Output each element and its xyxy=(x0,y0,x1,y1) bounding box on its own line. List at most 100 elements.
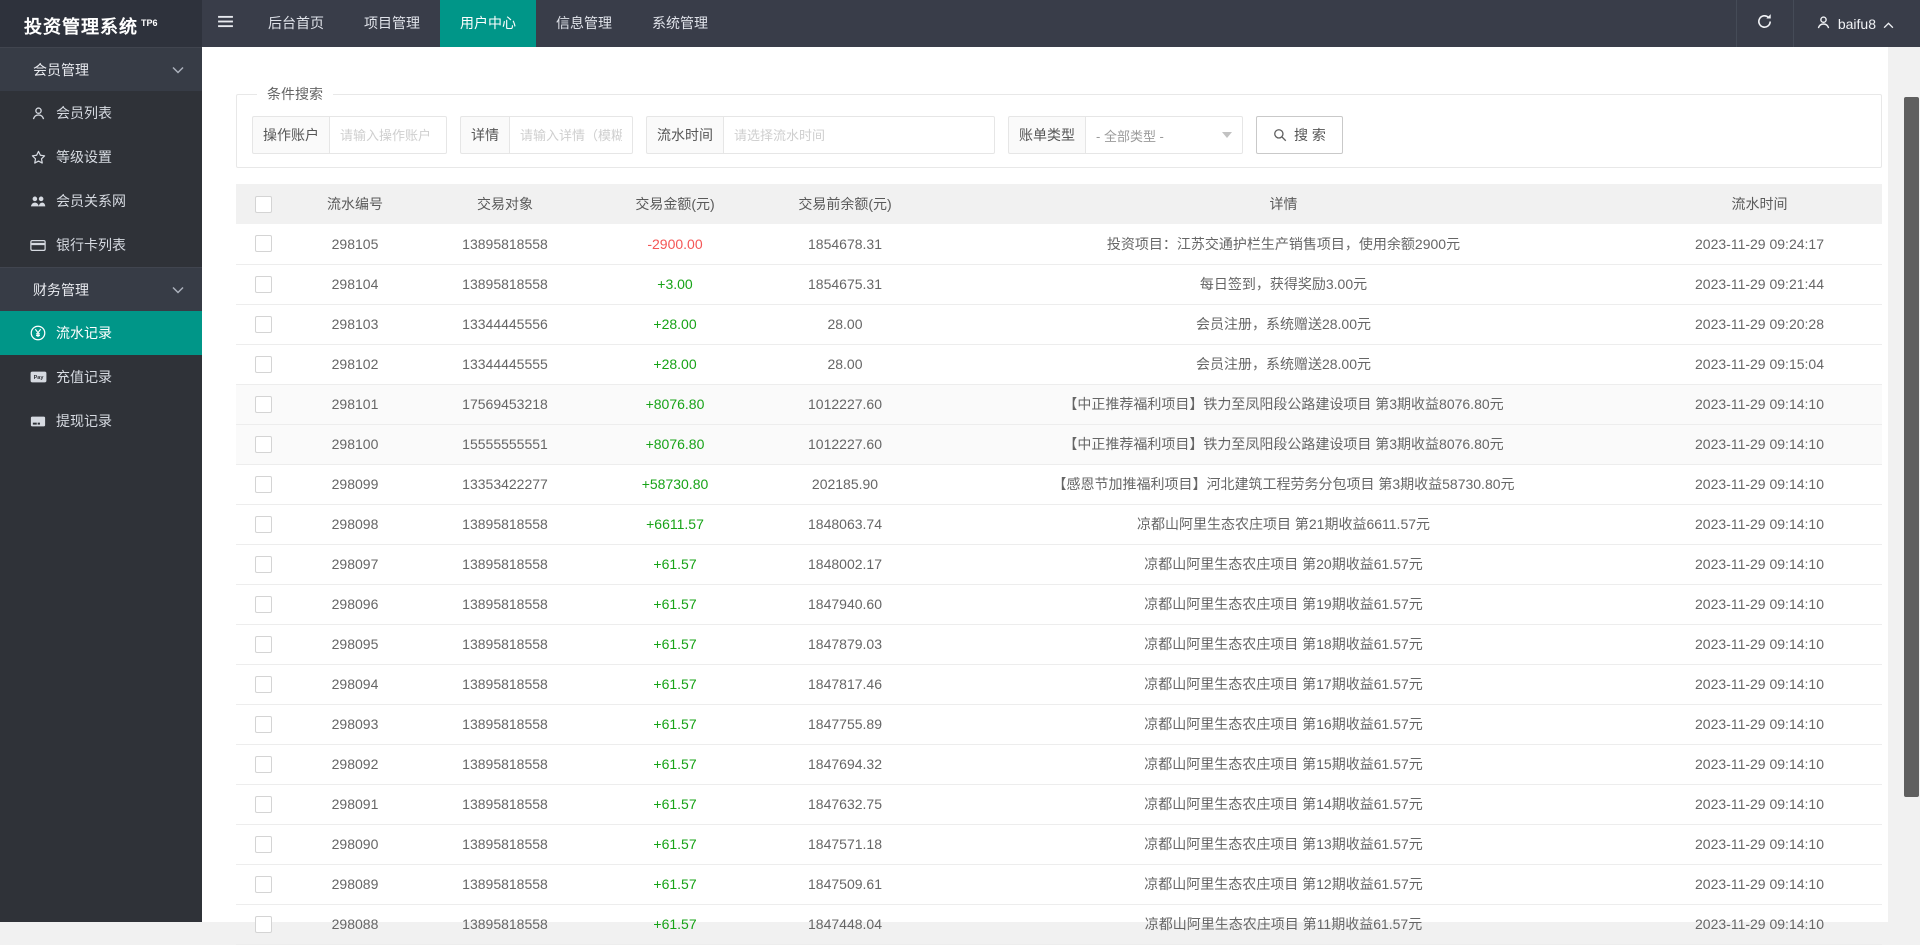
tab-information[interactable]: 信息管理 xyxy=(536,0,632,47)
cell-time: 2023-11-29 09:14:10 xyxy=(1637,784,1882,824)
cell-time: 2023-11-29 09:15:04 xyxy=(1637,344,1882,384)
cell-detail: 凉都山阿里生态农庄项目 第17期收益61.57元 xyxy=(930,664,1637,704)
cell-serial: 298092 xyxy=(290,744,420,784)
cell-counterparty: 13895818558 xyxy=(420,864,590,904)
row-checkbox[interactable] xyxy=(255,436,272,453)
cell-detail: 凉都山阿里生态农庄项目 第13期收益61.57元 xyxy=(930,824,1637,864)
row-checkbox[interactable] xyxy=(255,636,272,653)
row-checkbox[interactable] xyxy=(255,516,272,533)
tab-projects[interactable]: 项目管理 xyxy=(344,0,440,47)
sidebar-item-label: 会员关系网 xyxy=(56,191,126,211)
row-checkbox[interactable] xyxy=(255,756,272,773)
tab-dashboard[interactable]: 后台首页 xyxy=(248,0,344,47)
table-row: 298093 13895818558 +61.57 1847755.89 凉都山… xyxy=(236,704,1882,744)
cell-time: 2023-11-29 09:14:10 xyxy=(1637,904,1882,944)
cell-detail: 凉都山阿里生态农庄项目 第19期收益61.57元 xyxy=(930,584,1637,624)
bill-type-selected-value: - 全部类型 - xyxy=(1096,126,1164,145)
sidebar-item-label: 流水记录 xyxy=(56,323,112,343)
vertical-scrollbar[interactable] xyxy=(1903,47,1920,922)
search-icon xyxy=(1273,128,1287,142)
cell-serial: 298097 xyxy=(290,544,420,584)
scrollbar-thumb[interactable] xyxy=(1904,97,1919,797)
detail-field-label: 详情 xyxy=(460,116,509,154)
cell-amount: +3.00 xyxy=(590,264,760,304)
cell-balance: 202185.90 xyxy=(760,464,930,504)
cell-serial: 298096 xyxy=(290,584,420,624)
row-checkbox[interactable] xyxy=(255,556,272,573)
cell-serial: 298100 xyxy=(290,424,420,464)
sidebar-item-flow-records[interactable]: 流水记录 xyxy=(0,311,202,355)
tab-user-center[interactable]: 用户中心 xyxy=(440,0,536,47)
app-title: 投资管理系统 xyxy=(24,17,138,37)
row-checkbox[interactable] xyxy=(255,716,272,733)
navbar-right: baifu8 xyxy=(1736,0,1920,47)
detail-input[interactable] xyxy=(509,116,633,154)
section-label: 会员管理 xyxy=(33,60,89,80)
cell-serial: 298089 xyxy=(290,864,420,904)
section-label: 财务管理 xyxy=(33,280,89,300)
cell-detail: 凉都山阿里生态农庄项目 第18期收益61.57元 xyxy=(930,624,1637,664)
column-header-amount: 交易金额(元) xyxy=(590,184,760,224)
account-input[interactable] xyxy=(329,116,447,154)
table-row: 298096 13895818558 +61.57 1847940.60 凉都山… xyxy=(236,584,1882,624)
refresh-button[interactable] xyxy=(1737,0,1793,47)
row-checkbox[interactable] xyxy=(255,836,272,853)
cell-counterparty: 13895818558 xyxy=(420,664,590,704)
search-button[interactable]: 搜 索 xyxy=(1256,116,1343,154)
row-checkbox[interactable] xyxy=(255,676,272,693)
sidebar-item-member-network[interactable]: 会员关系网 xyxy=(0,179,202,223)
app-logo: 投资管理系统TP6 xyxy=(0,0,202,47)
row-checkbox[interactable] xyxy=(255,356,272,373)
tab-system[interactable]: 系统管理 xyxy=(632,0,728,47)
cell-counterparty: 13895818558 xyxy=(420,544,590,584)
cell-counterparty: 13895818558 xyxy=(420,744,590,784)
row-checkbox[interactable] xyxy=(255,316,272,333)
time-input[interactable] xyxy=(723,116,995,154)
cell-serial: 298095 xyxy=(290,624,420,664)
search-panel-title: 条件搜索 xyxy=(257,84,333,104)
cell-detail: 【感恩节加推福利项目】河北建筑工程劳务分包项目 第3期收益58730.80元 xyxy=(930,464,1637,504)
cell-serial: 298103 xyxy=(290,304,420,344)
column-header-detail: 详情 xyxy=(930,184,1637,224)
cell-balance: 28.00 xyxy=(760,304,930,344)
sidebar-item-member-list[interactable]: 会员列表 xyxy=(0,91,202,135)
account-field-label: 操作账户 xyxy=(252,116,329,154)
flow-records-table: 流水编号 交易对象 交易金额(元) 交易前余额(元) 详情 流水时间 29810… xyxy=(236,184,1882,945)
row-checkbox[interactable] xyxy=(255,596,272,613)
cell-counterparty: 13895818558 xyxy=(420,504,590,544)
sidebar-item-level-settings[interactable]: 等级设置 xyxy=(0,135,202,179)
select-all-checkbox[interactable] xyxy=(255,196,272,213)
row-checkbox[interactable] xyxy=(255,396,272,413)
cell-serial: 298105 xyxy=(290,224,420,264)
row-checkbox[interactable] xyxy=(255,916,272,933)
hamburger-menu-button[interactable] xyxy=(202,0,248,47)
sidebar-item-withdraw-records[interactable]: 提现记录 xyxy=(0,399,202,443)
table-row: 298104 13895818558 +3.00 1854675.31 每日签到… xyxy=(236,264,1882,304)
hamburger-icon xyxy=(217,15,234,33)
bill-type-select[interactable]: - 全部类型 - xyxy=(1085,116,1243,154)
main-panel: 条件搜索 操作账户 详情 流水时间 账单类型 - 全部类型 - xyxy=(202,47,1888,922)
user-menu[interactable]: baifu8 xyxy=(1794,0,1920,47)
paypal-icon: Pay xyxy=(29,371,47,383)
cell-counterparty: 13895818558 xyxy=(420,824,590,864)
row-checkbox[interactable] xyxy=(255,796,272,813)
table-row: 298099 13353422277 +58730.80 202185.90 【… xyxy=(236,464,1882,504)
table-row: 298095 13895818558 +61.57 1847879.03 凉都山… xyxy=(236,624,1882,664)
cell-balance: 1848002.17 xyxy=(760,544,930,584)
cell-serial: 298094 xyxy=(290,664,420,704)
user-icon xyxy=(29,106,47,121)
row-checkbox[interactable] xyxy=(255,876,272,893)
sidebar-section-member-management[interactable]: 会员管理 xyxy=(0,47,202,91)
cell-time: 2023-11-29 09:14:10 xyxy=(1637,624,1882,664)
row-checkbox[interactable] xyxy=(255,276,272,293)
sidebar-item-bank-card-list[interactable]: 银行卡列表 xyxy=(0,223,202,267)
cell-time: 2023-11-29 09:21:44 xyxy=(1637,264,1882,304)
search-criteria-panel: 条件搜索 操作账户 详情 流水时间 账单类型 - 全部类型 - xyxy=(236,84,1882,168)
sidebar-item-label: 银行卡列表 xyxy=(56,235,126,255)
table-row: 298094 13895818558 +61.57 1847817.46 凉都山… xyxy=(236,664,1882,704)
row-checkbox[interactable] xyxy=(255,476,272,493)
sidebar-item-recharge-records[interactable]: Pay 充值记录 xyxy=(0,355,202,399)
row-checkbox[interactable] xyxy=(255,235,272,252)
cell-detail: 会员注册，系统赠送28.00元 xyxy=(930,304,1637,344)
sidebar-section-finance-management[interactable]: 财务管理 xyxy=(0,267,202,311)
